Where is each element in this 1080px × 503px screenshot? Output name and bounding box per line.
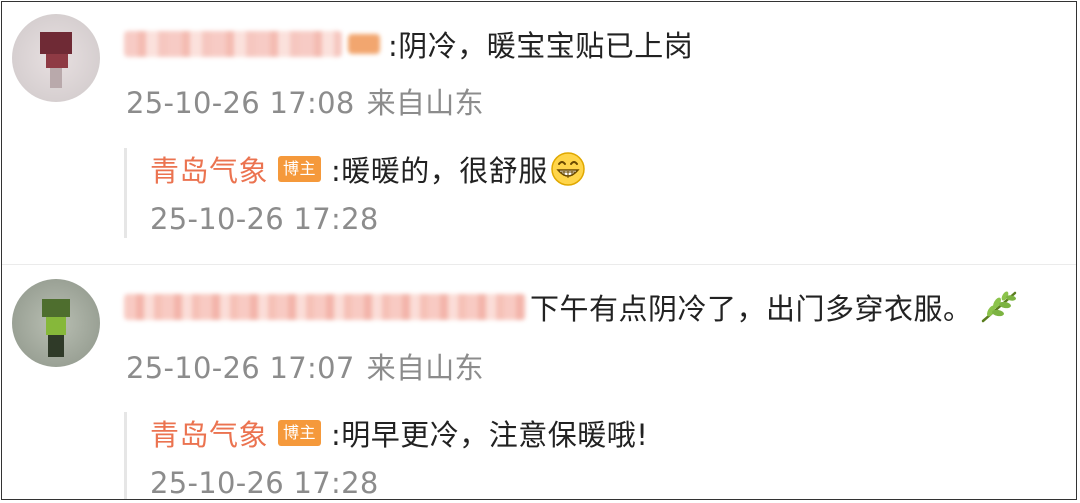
comment-location: 来自山东 (366, 86, 484, 120)
comment-list: :阴冷，暖宝宝贴已上岗 25-10-26 17:08 来自山东 青岛气象 博主 :… (1, 1, 1077, 500)
reply-indent-bar (124, 148, 127, 238)
reply-author-link[interactable]: 青岛气象 (150, 412, 268, 454)
blurred-badge-icon (348, 34, 380, 54)
comment-meta: 25-10-26 17:07 来自山东 (126, 345, 484, 387)
comment-item: :阴冷，暖宝宝贴已上岗 25-10-26 17:08 来自山东 青岛气象 博主 :… (2, 2, 1076, 264)
comment-header: 下午有点阴冷了，出门多穿衣服。 (124, 285, 1019, 329)
avatar[interactable] (12, 14, 100, 102)
reply-line: 青岛气象 博主 :明早更冷，注意保暖哦! (150, 412, 648, 454)
comment-timestamp: 25-10-26 17:07 (126, 351, 355, 385)
reply-line: 青岛气象 博主 :暖暖的，很舒服 (150, 148, 586, 190)
leaf-emoji-icon (981, 291, 1016, 323)
reply-author-link[interactable]: 青岛气象 (150, 148, 268, 190)
blurred-username[interactable] (124, 294, 526, 320)
comment-timestamp: 25-10-26 17:08 (126, 86, 355, 120)
blurred-username[interactable] (124, 31, 342, 57)
reply-item: 青岛气象 博主 :暖暖的，很舒服 25-10-26 17:28 (124, 148, 1024, 238)
blogger-badge: 博主 (278, 156, 322, 182)
reply-text: :明早更冷，注意保暖哦! (331, 418, 649, 452)
reply-indent-bar (124, 412, 127, 499)
blogger-badge: 博主 (278, 420, 322, 446)
reply-timestamp: 25-10-26 17:28 (150, 202, 379, 236)
comment-location: 来自山东 (366, 351, 484, 385)
comment-text: :阴冷，暖宝宝贴已上岗 (388, 29, 694, 63)
reply-text: :暖暖的，很舒服 (331, 154, 548, 188)
reply-item: 青岛气象 博主 :明早更冷，注意保暖哦! 25-10-26 17:28 (124, 412, 1024, 500)
reply-timestamp: 25-10-26 17:28 (150, 466, 379, 500)
comment-text: 下午有点阴冷了，出门多穿衣服。 (530, 292, 973, 326)
avatar[interactable] (12, 279, 100, 367)
grin-emoji-icon (551, 152, 585, 186)
comment-meta: 25-10-26 17:08 来自山东 (126, 80, 484, 122)
comment-header: :阴冷，暖宝宝贴已上岗 (124, 22, 693, 66)
